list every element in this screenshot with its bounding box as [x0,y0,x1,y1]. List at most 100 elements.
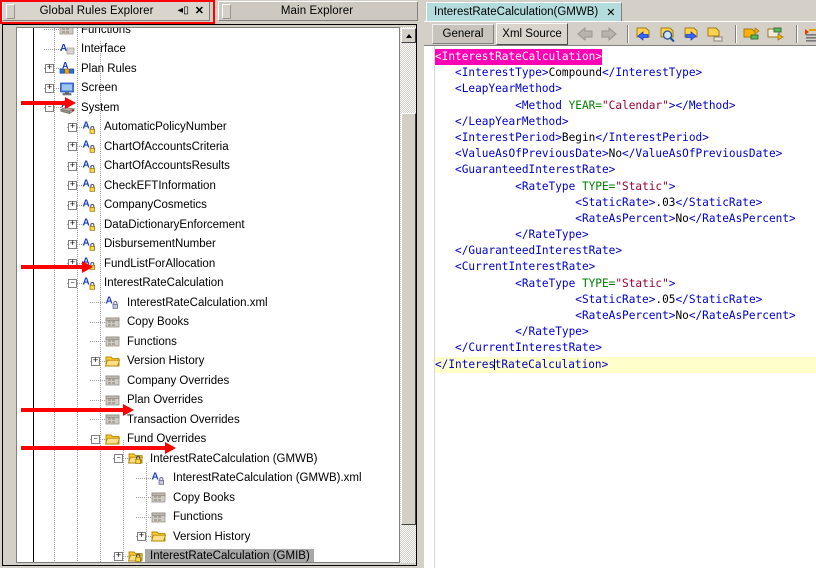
tree-expander-expand[interactable] [114,551,123,561]
tree-item-fund-overrides[interactable]: Fund Overrides [17,430,399,450]
code-line-row: <GuaranteedInterestRate> [435,162,816,178]
tree-item-interestratecalculation-xml[interactable]: A InterestRateCalculation.xml [17,293,399,313]
tree-item-chartofaccountscriteria[interactable]: A ChartOfAccountsCriteria [17,137,399,157]
tab-xml-source[interactable]: Xml Source [496,23,568,45]
tree-vertical-scrollbar[interactable] [399,27,416,563]
tree-expander-collapse[interactable] [91,434,100,444]
right-panel: InterestRateCalculation(GMWB) ✕ General … [424,0,816,568]
tree-expander-expand[interactable] [91,356,100,366]
tree-expander-expand[interactable] [68,259,77,268]
editor-toolbar: General Xml Source [424,21,816,45]
xml-source-editor[interactable]: <InterestRateCalculation> <InterestType>… [424,45,816,568]
code-token-tag: </GuaranteedInterestRate> [455,244,623,258]
tree-item-label: CheckEFTInformation [104,179,216,192]
svg-text:A: A [83,276,90,287]
code-token-tag: <InterestType> [455,66,549,80]
tree-item-version-history[interactable]: Version History [17,352,399,372]
nav-back-icon[interactable] [576,26,594,43]
code-line-row: <LeapYearMethod> [435,81,816,97]
xml-code-content[interactable]: <InterestRateCalculation> <InterestType>… [435,49,816,373]
tree-item-transaction-overrides[interactable]: Transaction Overrides [17,410,399,430]
tree-item-interface[interactable]: A Interface [17,40,399,60]
tag-insert-after-icon[interactable] [682,26,700,43]
tag-insert-before-icon[interactable] [634,26,652,43]
left-panel-tabstrip: Global Rules Explorer ◂▯ ✕ Main Explorer [0,0,421,24]
scrollbar-thumb[interactable] [401,113,416,525]
code-line: <StaticRate>.05</StaticRate> [435,292,816,308]
code-token-attr: YEAR= [568,98,602,112]
tree-item-fundlistforallocation[interactable]: A FundListForAllocation [17,254,399,274]
tree-item-label: Fund Overrides [127,433,207,446]
tree-item-system[interactable]: A System [17,98,399,118]
tag-child-icon[interactable] [706,26,724,43]
tree-item-screen[interactable]: Screen [17,79,399,99]
rule-lock-icon: A [82,139,98,154]
code-token-tag: <RateType [515,179,582,193]
tree-expander-expand[interactable] [68,142,77,151]
tree-expander-expand[interactable] [68,181,77,190]
code-line: <InterestRateCalculation> [435,49,602,66]
tree-expander-collapse[interactable] [45,103,54,112]
tree-expander-expand[interactable] [137,532,146,541]
tree-expander-collapse[interactable] [68,278,77,288]
tree-item-version-history[interactable]: Version History [17,527,399,547]
tree-item-companycosmetics[interactable]: A CompanyCosmetics [17,196,399,216]
tree-expander-expand[interactable] [68,122,77,132]
tree-item-interestratecalculation-gmwb-xml[interactable]: A InterestRateCalculation (GMWB).xml [17,469,399,489]
tag-add-attribute-icon[interactable] [742,26,760,43]
tree-item-chartofaccountsresults[interactable]: A ChartOfAccountsResults [17,157,399,177]
tree-item-functions[interactable]: Functions [17,332,399,352]
pin-icon[interactable]: ◂▯ [178,6,190,16]
tree-expander-expand[interactable] [68,200,77,210]
code-token-tag: </CurrentInterestRate> [455,341,602,355]
tab-general-label: General [442,28,484,40]
close-icon[interactable]: ✕ [606,6,615,19]
code-line: </LeapYearMethod> [435,114,816,130]
close-icon[interactable]: ✕ [195,5,204,17]
tree-item-disbursementnumber[interactable]: A DisbursementNumber [17,235,399,255]
nav-forward-icon[interactable] [600,26,618,43]
tree-item-functions[interactable]: Functions [17,508,399,528]
tab-general[interactable]: General [432,24,494,44]
tree-expander-expand[interactable] [68,161,77,171]
code-line: <GuaranteedInterestRate> [435,162,816,178]
tree-item-label: FundListForAllocation [104,257,216,270]
tree-item-interestratecalculation[interactable]: A InterestRateCalculation [17,274,399,294]
code-token-tag: > [668,276,676,290]
tree-item-label: Functions [81,27,131,36]
code-token-tag: <ValueAsOfPreviousDate> [455,147,609,161]
tree-expander-expand[interactable] [45,83,54,93]
editor-tabstrip: InterestRateCalculation(GMWB) ✕ [424,2,816,22]
group-rules-icon: A [59,61,75,76]
tree-item-plan-overrides[interactable]: Plan Overrides [17,391,399,411]
tree-item-copy-books[interactable]: Copy Books [17,488,399,508]
tab-interestratecalculation-gmwb[interactable]: InterestRateCalculation(GMWB) ✕ [426,2,623,21]
tree-item-copy-books[interactable]: Copy Books [17,313,399,333]
tree-item-label: Copy Books [127,316,190,329]
tree-item-plan-rules[interactable]: A Plan Rules [17,59,399,79]
folder-lock-icon [128,549,144,563]
tab-main-explorer[interactable]: Main Explorer [218,1,418,21]
scroll-up-icon[interactable] [401,28,416,43]
code-token-tag: <RateAsPercent> [575,211,676,225]
tree-item-automaticpolicynumber[interactable]: A AutomaticPolicyNumber [17,118,399,138]
tag-find-icon[interactable] [658,26,676,43]
rules-tree[interactable]: Functions A Interface A Plan Rules Screen A Sys… [16,27,399,563]
tree-item-company-overrides[interactable]: Company Overrides [17,371,399,391]
tree-expander-expand[interactable] [68,220,77,229]
code-token-tag: <InterestRateCalculation> [435,50,602,63]
tag-indent-icon[interactable] [804,26,816,43]
tree-expander-expand[interactable] [68,239,77,249]
tree-item-datadictionaryenforcement[interactable]: A DataDictionaryEnforcement [17,215,399,235]
folder-gray-icon [105,393,121,408]
code-token-tag: </RateType> [515,325,589,339]
tag-remove-attribute-icon[interactable] [766,26,784,43]
tree-expander-collapse[interactable] [114,454,123,463]
tree-item-interestratecalculation-gmib[interactable]: InterestRateCalculation (GMIB) [17,547,399,563]
tree-expander-expand[interactable] [45,64,54,73]
code-token-tag: <StaticRate> [575,195,656,209]
tree-item-interestratecalculation-gmwb[interactable]: InterestRateCalculation (GMWB) [17,449,399,469]
tree-item-functions[interactable]: Functions [17,27,399,40]
tree-item-checkeftinformation[interactable]: A CheckEFTInformation [17,176,399,196]
tab-global-rules-explorer[interactable]: Global Rules Explorer ◂▯ ✕ [2,1,210,21]
